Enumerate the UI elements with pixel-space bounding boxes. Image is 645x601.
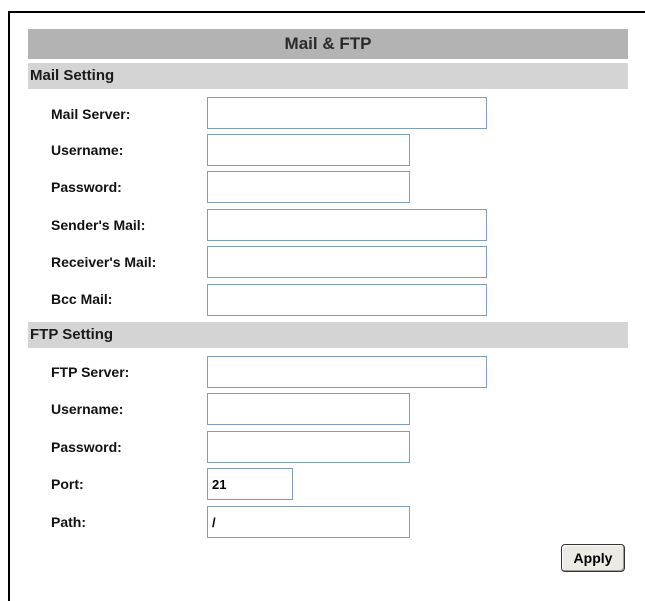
bcc-mail-input[interactable] [207, 284, 487, 316]
ftp-server-label: FTP Server: [51, 364, 130, 380]
ftp-port-input[interactable] [207, 468, 293, 500]
ftp-path-input[interactable] [207, 506, 410, 538]
ftp-username-label: Username: [51, 401, 124, 417]
apply-button[interactable]: Apply [561, 544, 625, 572]
mail-server-input[interactable] [207, 97, 487, 129]
ftp-username-input[interactable] [207, 393, 410, 425]
receiver-mail-input[interactable] [207, 246, 487, 278]
mail-username-label: Username: [51, 142, 124, 158]
mail-setting-header: Mail Setting [28, 63, 628, 89]
ftp-port-label: Port: [51, 476, 84, 492]
bcc-mail-label: Bcc Mail: [51, 291, 113, 307]
ftp-setting-header: FTP Setting [28, 322, 628, 348]
mail-username-input[interactable] [207, 134, 410, 166]
ftp-server-input[interactable] [207, 356, 487, 388]
page-title: Mail & FTP [28, 29, 628, 59]
mail-password-input[interactable] [207, 171, 410, 203]
mail-password-label: Password: [51, 179, 122, 195]
ftp-path-label: Path: [51, 514, 86, 530]
ftp-password-label: Password: [51, 439, 122, 455]
sender-mail-input[interactable] [207, 209, 487, 241]
ftp-password-input[interactable] [207, 431, 410, 463]
mail-server-label: Mail Server: [51, 106, 131, 122]
sender-mail-label: Sender's Mail: [51, 217, 146, 233]
receiver-mail-label: Receiver's Mail: [51, 254, 157, 270]
